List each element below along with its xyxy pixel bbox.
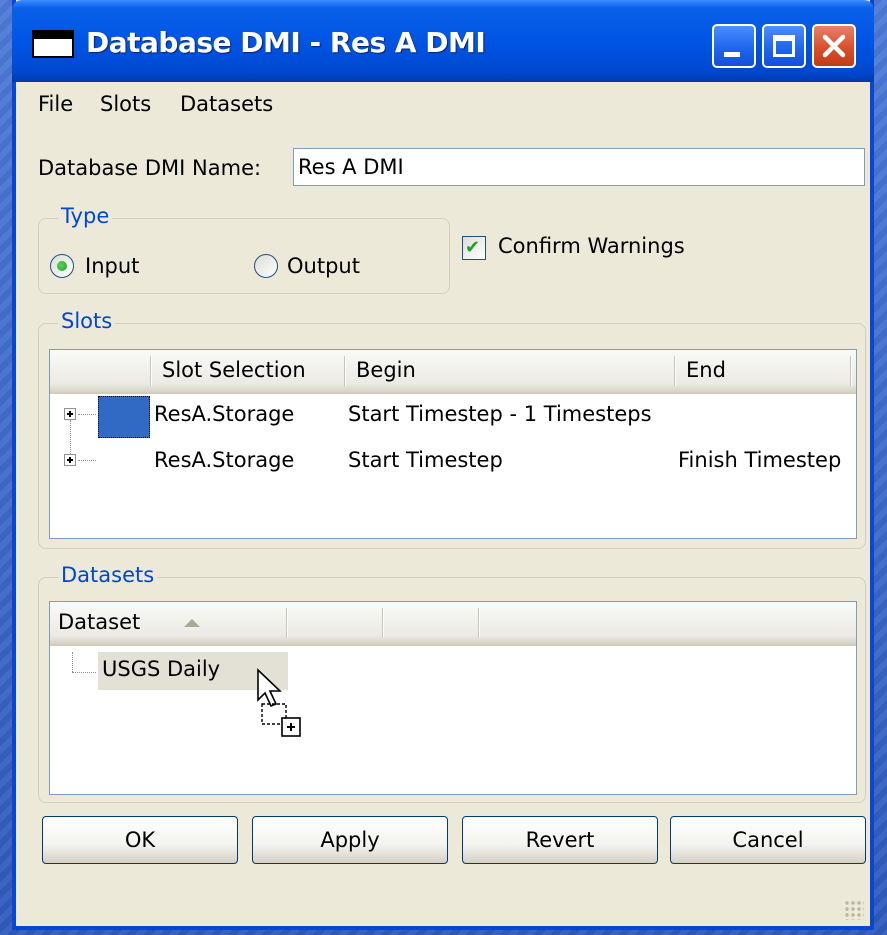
row-begin: Start Timestep — [348, 448, 503, 472]
window-icon — [32, 30, 74, 58]
confirm-warnings-label[interactable]: Confirm Warnings — [498, 234, 685, 258]
datasets-group-title: Datasets — [58, 563, 158, 587]
close-icon — [822, 34, 846, 58]
dataset-label: USGS Daily — [102, 657, 221, 681]
row-end: Finish Timestep — [678, 448, 842, 472]
column-separator — [382, 608, 384, 638]
column-separator — [286, 608, 288, 638]
column-separator — [150, 356, 152, 386]
minimize-button[interactable] — [712, 24, 756, 68]
column-slot-selection[interactable]: Slot Selection — [154, 350, 344, 392]
column-separator — [344, 356, 346, 386]
input-radio-label[interactable]: Input — [85, 254, 139, 278]
maximize-icon — [773, 35, 795, 57]
menu-slots[interactable]: Slots — [100, 92, 151, 116]
slots-list[interactable]: Slot Selection Begin End ResA.Storage St… — [49, 349, 857, 539]
expand-icon[interactable] — [64, 408, 76, 420]
menu-bar: File Slots Datasets — [16, 84, 870, 124]
expand-icon[interactable] — [64, 454, 76, 466]
type-group-title: Type — [58, 204, 113, 228]
input-radio[interactable] — [50, 254, 74, 278]
menu-datasets[interactable]: Datasets — [180, 92, 273, 116]
slots-group-title: Slots — [58, 309, 116, 333]
column-end[interactable]: End — [678, 350, 850, 392]
column-begin[interactable]: Begin — [348, 350, 674, 392]
column-separator — [850, 356, 852, 386]
tree-connector — [78, 414, 96, 415]
title-bar[interactable]: Database DMI - Res A DMI — [12, 0, 874, 82]
tree-connector — [78, 460, 96, 461]
datasets-list[interactable]: Dataset USGS Daily — [49, 601, 857, 795]
minimize-icon — [724, 52, 740, 57]
datasets-list-header: Dataset — [50, 602, 856, 646]
checkmark-icon: ✔ — [465, 237, 481, 258]
apply-button[interactable]: Apply — [252, 816, 448, 864]
revert-button[interactable]: Revert — [462, 816, 658, 864]
ok-button[interactable]: OK — [42, 816, 238, 864]
output-radio-label[interactable]: Output — [287, 254, 360, 278]
drag-copy-cursor-icon — [257, 668, 301, 737]
selected-row-highlight — [98, 396, 150, 438]
resize-grip-icon[interactable] — [844, 900, 864, 920]
slots-list-header: Slot Selection Begin End — [50, 350, 856, 394]
confirm-warnings-checkbox[interactable]: ✔ — [462, 236, 486, 260]
column-separator — [478, 608, 480, 638]
sort-ascending-icon — [184, 619, 200, 627]
column-dataset[interactable]: Dataset — [50, 602, 286, 644]
radio-selected-dot — [57, 261, 67, 271]
database-dmi-window: Database DMI - Res A DMI File Slots Data… — [12, 0, 874, 930]
menu-file[interactable]: File — [38, 92, 73, 116]
name-field-label: Database DMI Name: — [38, 156, 262, 180]
row-slot: ResA.Storage — [154, 402, 295, 426]
window-title: Database DMI - Res A DMI — [86, 26, 486, 59]
cancel-button[interactable]: Cancel — [670, 816, 866, 864]
dmi-name-input[interactable] — [293, 148, 865, 186]
output-radio[interactable] — [254, 254, 278, 278]
row-begin: Start Timestep - 1 Timesteps — [348, 402, 652, 426]
maximize-button[interactable] — [762, 24, 806, 68]
tree-connector — [72, 672, 96, 673]
tree-connector — [72, 652, 73, 672]
close-button[interactable] — [812, 24, 856, 68]
column-separator — [674, 356, 676, 386]
row-slot: ResA.Storage — [154, 448, 295, 472]
